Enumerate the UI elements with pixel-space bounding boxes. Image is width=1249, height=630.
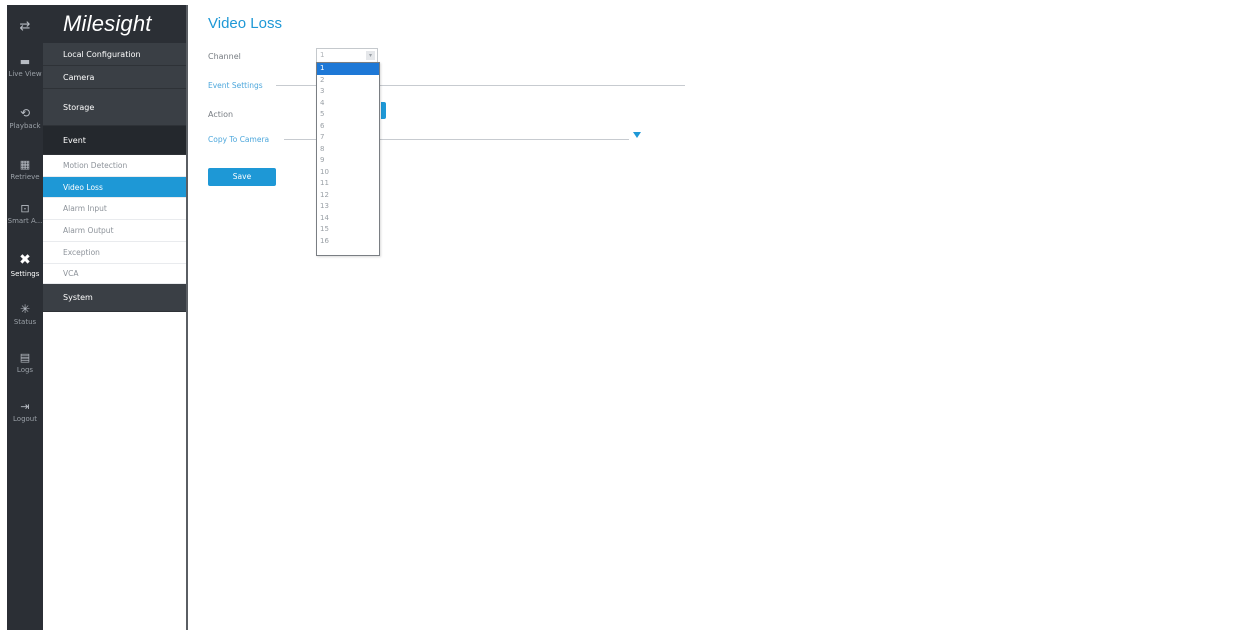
save-button[interactable]: Save <box>208 168 276 186</box>
channel-option[interactable]: 1 <box>317 63 379 75</box>
menu-toggle-button[interactable]: ⇄ <box>7 19 43 36</box>
rail-label-retrieve: Retrieve <box>10 173 40 181</box>
brand-bar: Milesight <box>43 5 186 43</box>
channel-option[interactable]: 8 <box>317 144 379 156</box>
menu-storage[interactable]: Storage <box>43 89 186 126</box>
rail-item-logout[interactable]: ⇥ Logout <box>7 400 43 423</box>
channel-option[interactable]: 4 <box>317 98 379 110</box>
copy-to-camera-section[interactable]: Copy To Camera <box>208 135 269 144</box>
smart-analysis-icon: ⊡ <box>20 202 30 215</box>
rail-item-playback[interactable]: ⟲ Playback <box>7 106 43 130</box>
menu-item-exception[interactable]: Exception <box>43 242 186 264</box>
channel-option[interactable]: 12 <box>317 190 379 202</box>
rail-item-live-view[interactable]: ▬ Live View <box>7 55 43 78</box>
channel-option[interactable]: 16 <box>317 236 379 248</box>
channel-option[interactable]: 2 <box>317 75 379 87</box>
menu-item-motion-detection[interactable]: Motion Detection <box>43 155 186 177</box>
rail-label-logout: Logout <box>13 415 37 423</box>
page-title: Video Loss <box>208 15 282 32</box>
channel-option[interactable]: 13 <box>317 201 379 213</box>
menu-item-alarm-output[interactable]: Alarm Output <box>43 220 186 242</box>
settings-menu: Milesight Local Configuration Camera Sto… <box>43 5 188 630</box>
channel-option[interactable]: 9 <box>317 155 379 167</box>
rail-label-logs: Logs <box>16 366 34 374</box>
rail-label-playback: Playback <box>9 122 41 130</box>
channel-option[interactable]: 5 <box>317 109 379 121</box>
chevron-down-icon[interactable]: ▾ <box>366 51 375 60</box>
menu-item-alarm-input[interactable]: Alarm Input <box>43 198 186 220</box>
menu-local-configuration[interactable]: Local Configuration <box>43 43 186 66</box>
swap-arrows-icon: ⇄ <box>19 19 31 34</box>
channel-option[interactable]: 14 <box>317 213 379 225</box>
menu-item-vca[interactable]: VCA <box>43 264 186 284</box>
menu-camera[interactable]: Camera <box>43 66 186 89</box>
logs-icon: ▤ <box>19 351 31 364</box>
caret-down-icon[interactable] <box>633 132 641 138</box>
channel-option[interactable]: 10 <box>317 167 379 179</box>
action-button[interactable] <box>381 102 386 119</box>
rail-item-settings[interactable]: ✖ Settings <box>7 252 43 278</box>
channel-label: Channel <box>208 52 241 61</box>
retrieve-icon: ▦ <box>19 158 31 171</box>
logout-icon: ⇥ <box>20 400 30 413</box>
playback-icon: ⟲ <box>19 106 31 120</box>
rail-label-status: Status <box>13 318 37 326</box>
rail-label-smart-analysis: Smart A... <box>7 217 43 225</box>
rail-item-retrieve[interactable]: ▦ Retrieve <box>7 158 43 181</box>
main-content: Video Loss Channel 1 ▾ Event Settings Ac… <box>188 5 1249 630</box>
rail-item-smart-analysis[interactable]: ⊡ Smart A... <box>7 202 43 225</box>
channel-select-value: 1 <box>320 51 325 59</box>
menu-event[interactable]: Event <box>43 126 186 155</box>
rail-label-live-view: Live View <box>8 70 42 78</box>
action-label: Action <box>208 110 234 119</box>
channel-option[interactable]: 6 <box>317 121 379 133</box>
rail-item-logs[interactable]: ▤ Logs <box>7 351 43 374</box>
channel-option[interactable]: 7 <box>317 132 379 144</box>
rail-item-status[interactable]: ✳ Status <box>7 302 43 326</box>
monitor-icon: ▬ <box>19 55 31 68</box>
channel-option[interactable]: 11 <box>317 178 379 190</box>
channel-option[interactable]: 3 <box>317 86 379 98</box>
channel-dropdown-list: 1 2 3 4 5 6 7 8 9 10 11 12 13 14 15 16 <box>316 62 380 256</box>
status-icon: ✳ <box>19 302 31 316</box>
channel-select[interactable]: 1 ▾ <box>316 48 378 63</box>
tools-icon: ✖ <box>19 252 31 268</box>
event-settings-section: Event Settings <box>208 81 263 90</box>
icon-rail: ⇄ ▬ Live View ⟲ Playback ▦ Retrieve ⊡ Sm… <box>7 5 43 630</box>
rail-label-settings: Settings <box>10 270 40 278</box>
menu-item-video-loss[interactable]: Video Loss <box>43 177 186 198</box>
milesight-logo: Milesight <box>63 11 152 36</box>
app-frame: ⇄ ▬ Live View ⟲ Playback ▦ Retrieve ⊡ Sm… <box>7 5 1249 630</box>
channel-option[interactable]: 15 <box>317 224 379 236</box>
menu-system[interactable]: System <box>43 284 186 312</box>
